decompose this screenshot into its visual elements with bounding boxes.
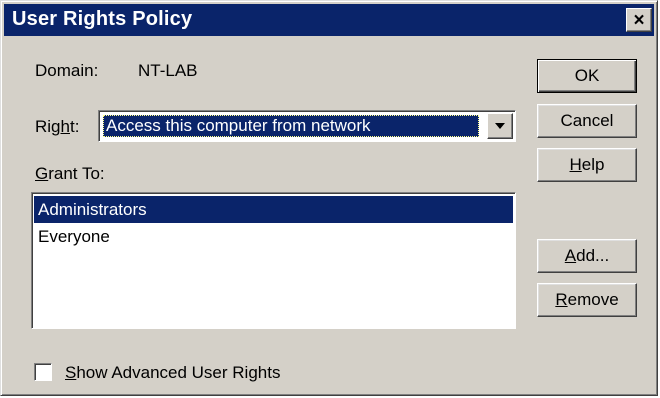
close-icon: × <box>633 9 645 31</box>
right-dropdown-button[interactable] <box>487 113 513 139</box>
right-dropdown[interactable]: Access this computer from network <box>98 110 516 142</box>
close-button[interactable]: × <box>626 8 652 32</box>
user-rights-policy-dialog: User Rights Policy × Domain: NT-LAB Righ… <box>0 0 658 396</box>
title-bar[interactable]: User Rights Policy × <box>4 4 654 36</box>
show-advanced-label[interactable]: Show Advanced User Rights <box>65 363 280 383</box>
grant-to-label: Grant To: <box>35 164 105 183</box>
remove-button[interactable]: Remove <box>537 283 637 317</box>
domain-value: NT-LAB <box>138 61 198 80</box>
add-button[interactable]: Add... <box>537 239 637 273</box>
cancel-button[interactable]: Cancel <box>537 104 637 138</box>
help-button[interactable]: Help <box>537 148 637 182</box>
right-label: Right: <box>35 117 80 136</box>
list-item-everyone[interactable]: Everyone <box>34 223 513 250</box>
right-dropdown-value: Access this computer from network <box>103 115 479 137</box>
dialog-title: User Rights Policy <box>12 8 193 30</box>
chevron-down-icon <box>495 123 505 129</box>
show-advanced-checkbox[interactable] <box>34 363 52 381</box>
domain-label: Domain: <box>35 61 99 80</box>
list-item-administrators[interactable]: Administrators <box>34 196 513 223</box>
ok-button[interactable]: OK <box>537 59 637 93</box>
grant-to-listbox[interactable]: Administrators Everyone <box>31 192 516 329</box>
